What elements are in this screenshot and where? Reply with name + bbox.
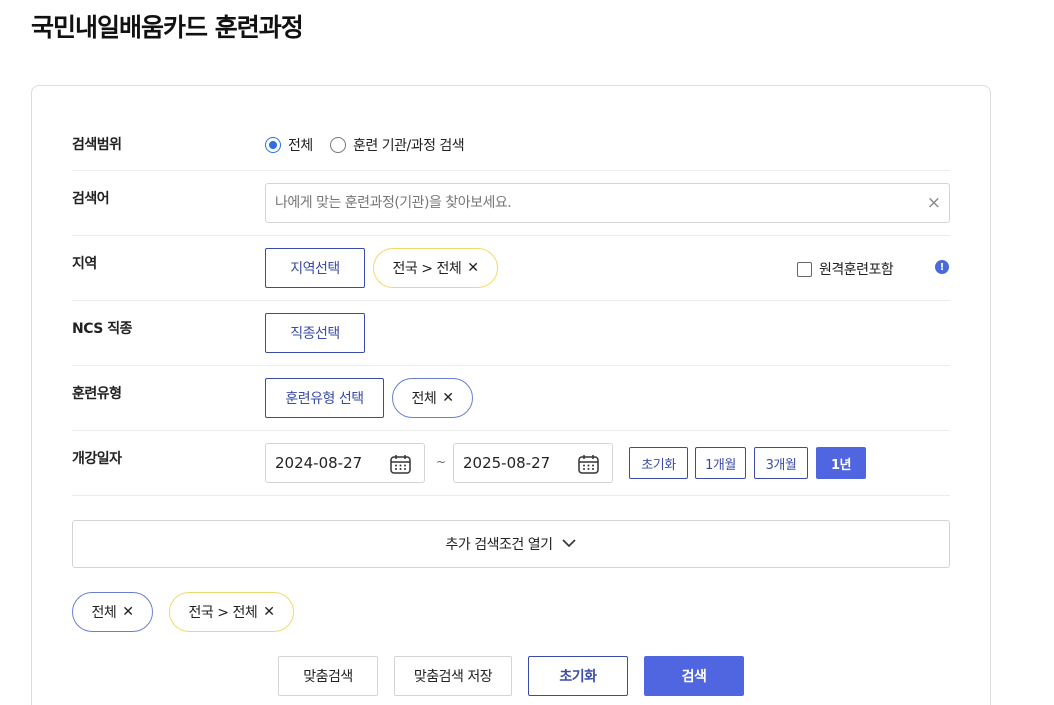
selected-chip-training-type[interactable]: 전체 ✕ — [72, 592, 153, 632]
checkbox-icon — [797, 261, 812, 277]
end-date-value: 2025-08-27 — [463, 454, 551, 472]
page-title: 국민내일배움카드 훈련과정 — [31, 13, 304, 42]
region-select-button[interactable]: 지역선택 — [265, 248, 365, 288]
radio-selected-icon — [265, 137, 281, 153]
training-type-label: 훈련유형 — [72, 386, 122, 402]
ncs-label: NCS 직종 — [72, 321, 132, 337]
ncs-row: NCS 직종 직종선택 — [72, 301, 950, 366]
close-icon[interactable]: ✕ — [122, 604, 134, 620]
end-date-input[interactable]: 2025-08-27 — [453, 443, 613, 483]
start-date-input[interactable]: 2024-08-27 — [265, 443, 425, 483]
period-3-month-button[interactable]: 3개월 — [754, 447, 808, 479]
period-1-month-button[interactable]: 1개월 — [695, 447, 746, 479]
search-scope-row: 검색범위 전체 훈련 기관/과정 검색 — [72, 121, 950, 171]
training-type-row: 훈련유형 훈련유형 선택 전체 ✕ — [72, 366, 950, 431]
chevron-down-icon — [562, 536, 577, 552]
open-date-row: 개강일자 2024-08-27 ~ 2025-08-27 초기화 1개월 3개월… — [72, 431, 950, 496]
training-type-select-button[interactable]: 훈련유형 선택 — [265, 378, 384, 418]
calendar-icon[interactable] — [578, 454, 599, 478]
radio-unselected-icon — [330, 137, 346, 153]
selected-chip-label: 전국 > 전체 — [188, 605, 258, 621]
search-panel: 검색범위 전체 훈련 기관/과정 검색 검색어 × 지역 지역선택 전국 > 전… — [31, 85, 991, 705]
remote-training-checkbox[interactable]: 원격훈련포함 — [797, 259, 894, 279]
date-range-separator: ~ — [436, 455, 447, 469]
save-custom-search-button[interactable]: 맞춤검색 저장 — [394, 656, 512, 696]
close-icon[interactable]: × — [927, 193, 941, 213]
keyword-row: 검색어 × — [72, 171, 950, 236]
period-1-year-button[interactable]: 1년 — [816, 447, 866, 479]
start-date-value: 2024-08-27 — [275, 454, 363, 472]
calendar-icon[interactable] — [390, 454, 411, 478]
search-button[interactable]: 검색 — [644, 656, 744, 696]
keyword-input[interactable] — [266, 184, 906, 222]
region-chip[interactable]: 전국 > 전체 ✕ — [373, 248, 498, 288]
scope-radio-all[interactable]: 전체 — [265, 135, 313, 155]
keyword-field: × — [265, 183, 950, 223]
close-icon[interactable]: ✕ — [263, 604, 275, 620]
training-type-chip[interactable]: 전체 ✕ — [392, 378, 473, 418]
selected-chip-region[interactable]: 전국 > 전체 ✕ — [169, 592, 294, 632]
search-scope-label: 검색범위 — [72, 137, 122, 153]
keyword-label: 검색어 — [72, 191, 110, 207]
training-type-chip-label: 전체 — [411, 391, 437, 407]
region-label: 지역 — [72, 256, 97, 272]
selected-chip-label: 전체 — [91, 605, 117, 621]
region-chip-label: 전국 > 전체 — [392, 261, 462, 277]
close-icon[interactable]: ✕ — [467, 260, 479, 276]
scope-radio-all-label: 전체 — [288, 138, 313, 154]
ncs-select-button[interactable]: 직종선택 — [265, 313, 365, 353]
period-reset-button[interactable]: 초기화 — [629, 447, 688, 479]
remote-training-label: 원격훈련포함 — [819, 262, 894, 278]
scope-radio-institution[interactable]: 훈련 기관/과정 검색 — [330, 135, 465, 155]
info-icon[interactable]: ! — [935, 260, 949, 274]
custom-search-button[interactable]: 맞춤검색 — [278, 656, 378, 696]
more-conditions-label: 추가 검색조건 열기 — [445, 537, 553, 553]
close-icon[interactable]: ✕ — [442, 390, 454, 406]
more-conditions-toggle[interactable]: 추가 검색조건 열기 — [72, 520, 950, 568]
scope-radio-institution-label: 훈련 기관/과정 검색 — [353, 138, 465, 154]
open-date-label: 개강일자 — [72, 451, 122, 467]
region-row: 지역 지역선택 전국 > 전체 ✕ 원격훈련포함 ! — [72, 236, 950, 301]
reset-button[interactable]: 초기화 — [528, 656, 628, 696]
